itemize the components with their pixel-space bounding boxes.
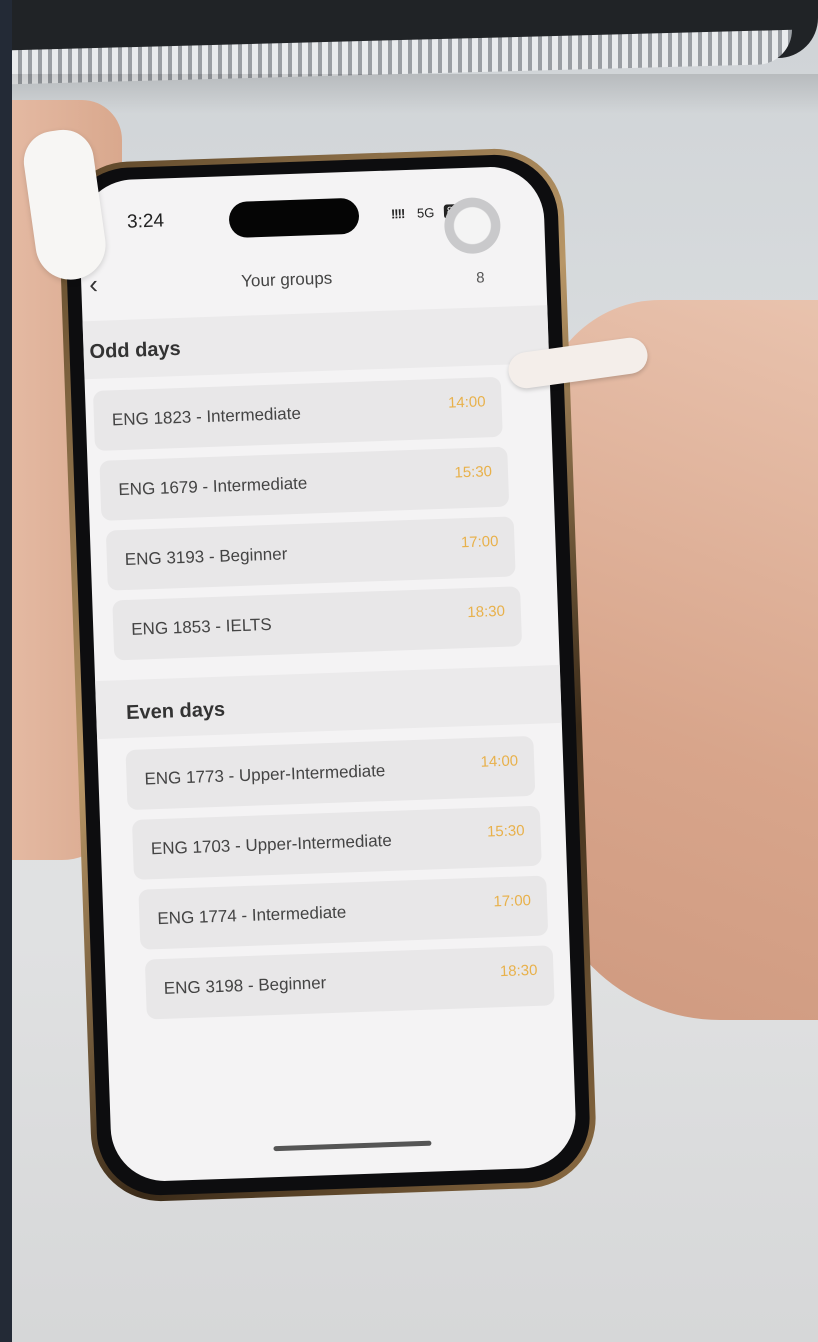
chevron-left-icon[interactable]: ‹ xyxy=(89,268,108,299)
group-row[interactable]: ENG 1703 - Upper-Intermediate 15:30 xyxy=(131,805,542,880)
group-name: ENG 1703 - Upper-Intermediate xyxy=(150,830,393,859)
phone-bezel: 3:24 !!!! 5G 86 ‹ Your groups 8 Odd days… xyxy=(63,152,592,1198)
phone-screen: 3:24 !!!! 5G 86 ‹ Your groups 8 Odd days… xyxy=(77,165,578,1183)
group-time: 18:30 xyxy=(499,961,538,981)
bag-shadow xyxy=(12,74,818,114)
group-row[interactable]: ENG 1774 - Intermediate 17:00 xyxy=(138,875,549,950)
group-row[interactable]: ENG 1853 - IELTS 18:30 xyxy=(112,586,523,661)
group-name: ENG 1773 - Upper-Intermediate xyxy=(144,761,386,789)
nav-bar: ‹ Your groups 8 xyxy=(80,245,546,311)
group-name: ENG 1823 - Intermediate xyxy=(111,403,302,430)
group-name: ENG 3198 - Beginner xyxy=(163,973,327,998)
group-time: 17:00 xyxy=(460,532,499,552)
group-time: 18:30 xyxy=(467,602,506,622)
section-title-odd-days: Odd days xyxy=(89,337,182,364)
assistive-touch-button[interactable] xyxy=(443,196,502,255)
phone-frame: 3:24 !!!! 5G 86 ‹ Your groups 8 Odd days… xyxy=(57,146,598,1204)
group-time: 14:00 xyxy=(480,752,519,771)
group-row[interactable]: ENG 1823 - Intermediate 14:00 xyxy=(92,376,503,451)
group-name: ENG 3193 - Beginner xyxy=(124,544,288,569)
signal-icon: !!!! xyxy=(390,206,405,222)
left-edge-strip xyxy=(0,0,12,1342)
network-label: 5G xyxy=(416,204,435,221)
group-name: ENG 1774 - Intermediate xyxy=(157,902,347,929)
status-time: 3:24 xyxy=(126,210,165,233)
group-row[interactable]: ENG 1773 - Upper-Intermediate 14:00 xyxy=(125,735,536,811)
group-row[interactable]: ENG 3193 - Beginner 17:00 xyxy=(105,516,516,591)
group-name: ENG 1853 - IELTS xyxy=(130,614,273,639)
group-time: 15:30 xyxy=(486,822,525,841)
group-time: 14:00 xyxy=(447,393,486,412)
page-title: Your groups xyxy=(240,268,333,291)
group-name: ENG 1679 - Intermediate xyxy=(118,473,308,500)
home-indicator[interactable] xyxy=(273,1140,432,1152)
section-title-even-days: Even days xyxy=(125,698,226,725)
group-row[interactable]: ENG 1679 - Intermediate 15:30 xyxy=(99,446,510,521)
dynamic-island xyxy=(228,197,360,239)
group-time: 15:30 xyxy=(454,463,493,482)
group-count: 8 xyxy=(475,269,485,287)
group-time: 17:00 xyxy=(493,892,532,911)
group-row[interactable]: ENG 3198 - Beginner 18:30 xyxy=(144,945,555,1020)
